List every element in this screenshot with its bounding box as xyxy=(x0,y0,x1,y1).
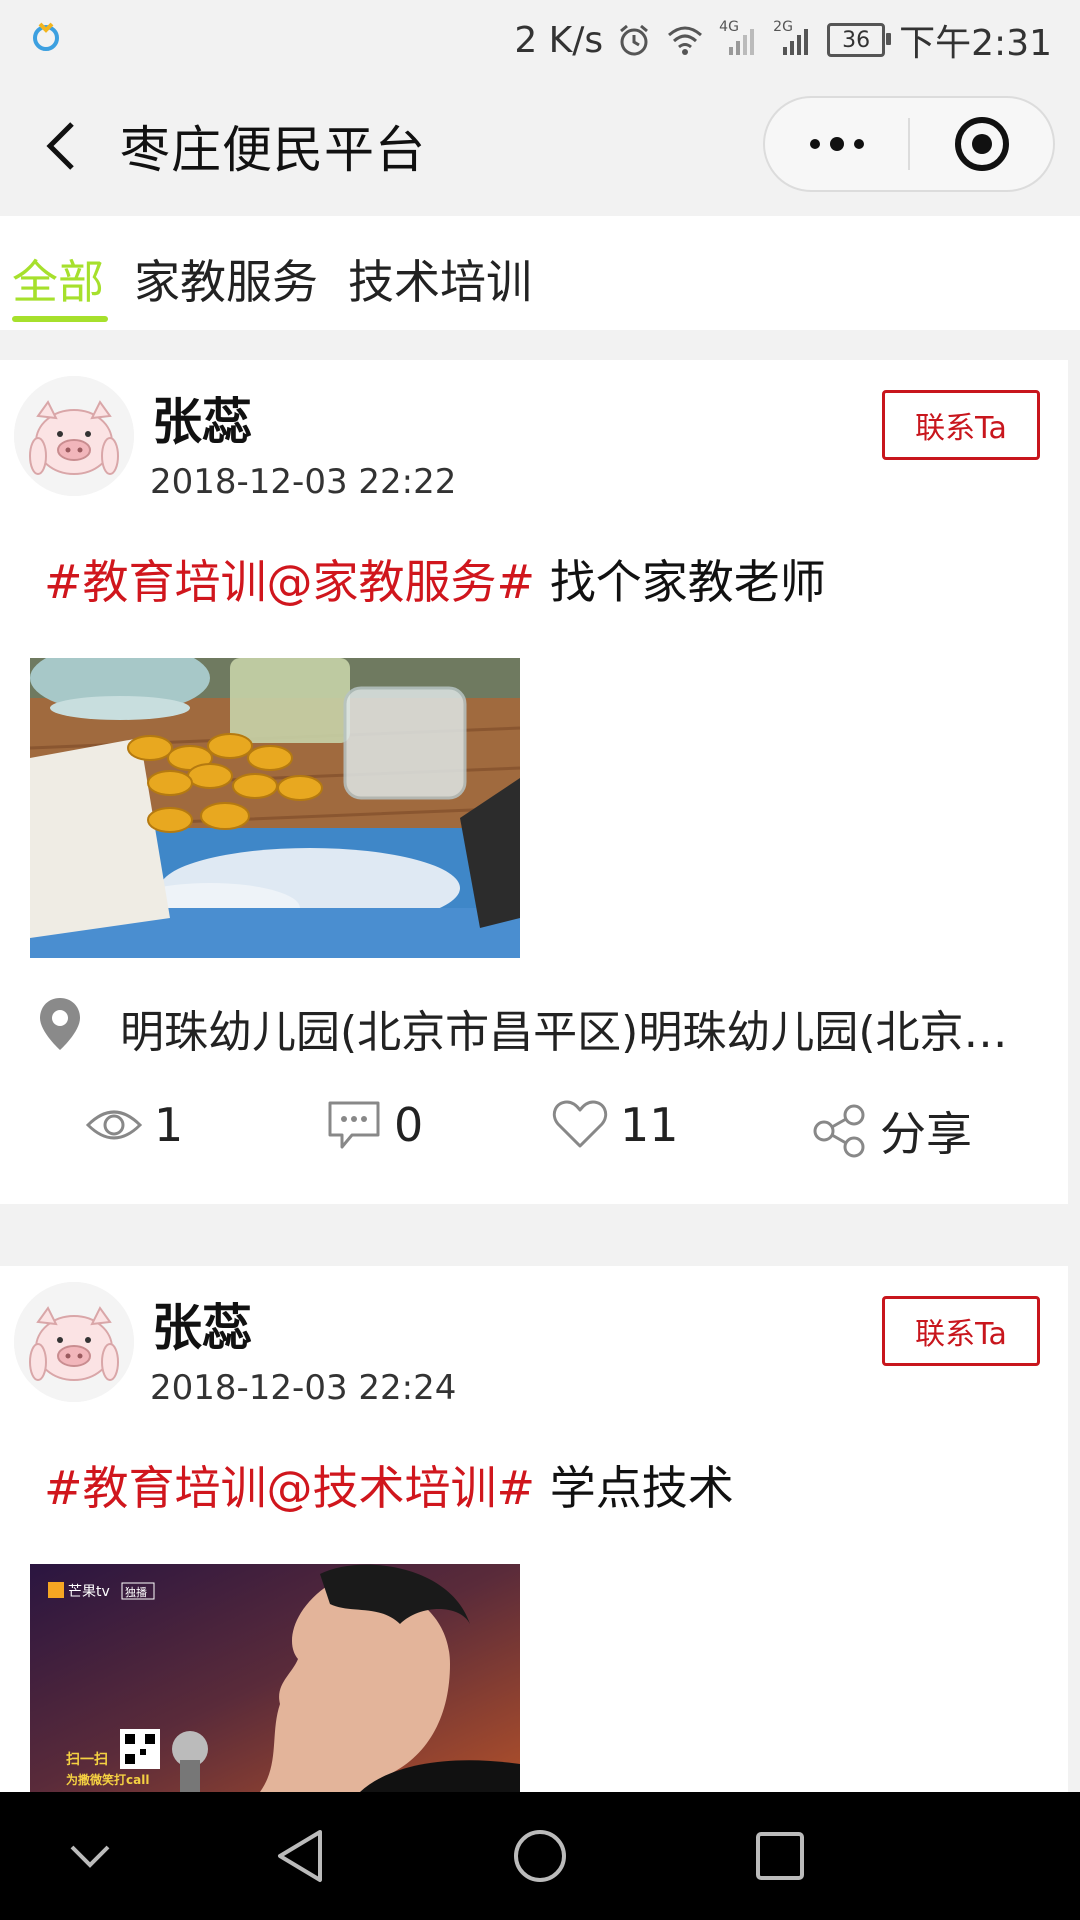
view-count-value: 1 xyxy=(154,1098,184,1152)
network-speed: 2 K/s xyxy=(514,19,604,61)
photo-singer: 芒果tv 独播 扫一扫 为撒微笑打call xyxy=(30,1564,520,1792)
close-mini-program-button[interactable] xyxy=(910,98,1053,190)
location-pin-icon xyxy=(40,998,80,1050)
pig-avatar-icon xyxy=(14,376,134,496)
system-recents-button[interactable] xyxy=(748,1824,812,1888)
clock: 下午2:31 xyxy=(899,23,1052,64)
tab-all[interactable]: 全部 xyxy=(12,246,104,312)
post-time: 2018-12-03 22:22 xyxy=(150,462,457,502)
tab-tech-training[interactable]: 技术培训 xyxy=(348,246,532,312)
more-dots-icon xyxy=(809,137,864,151)
system-home-button[interactable] xyxy=(508,1824,572,1888)
post-category-tag[interactable]: #教育培训@技术培训# xyxy=(44,1461,535,1515)
author-name: 张蕊 xyxy=(152,393,252,451)
comment-count-value: 0 xyxy=(394,1098,424,1152)
chevron-left-icon[interactable] xyxy=(36,116,96,176)
square-recents-icon xyxy=(756,1832,804,1880)
category-tabs: 全部 家教服务 技术培训 xyxy=(0,216,1080,330)
location-row[interactable]: 明珠幼儿园(北京市昌平区)明珠幼儿园(北京… xyxy=(30,984,1030,1064)
post-card: 张蕊 2018-12-03 22:22 联系Ta #教育培训@家教服务# 找个家… xyxy=(0,360,1068,1204)
like-count[interactable]: 11 xyxy=(552,1098,679,1152)
more-button[interactable] xyxy=(765,98,908,190)
heart-icon xyxy=(552,1100,608,1148)
post-category-tag[interactable]: #教育培训@家教服务# xyxy=(44,555,535,609)
mini-program-capsule xyxy=(763,96,1055,192)
share-button[interactable]: 分享 xyxy=(812,1098,972,1164)
signal-4g-icon: 4G xyxy=(719,19,759,57)
post-card: 张蕊 2018-12-03 22:24 联系Ta #教育培训@技术培训# 学点技… xyxy=(0,1266,1068,1866)
status-bar: 2 K/s 4G 2G 36 下午2:31 xyxy=(0,0,1080,72)
post-image[interactable]: 芒果tv 独播 扫一扫 为撒微笑打call xyxy=(30,1564,520,1792)
qr-caption-2: 为撒微笑打call xyxy=(66,1772,149,1787)
contact-button[interactable]: 联系Ta xyxy=(882,390,1040,460)
active-tab-indicator xyxy=(12,316,108,322)
post-content: 学点技术 xyxy=(549,1461,734,1515)
signal-2g-icon: 2G xyxy=(773,19,813,57)
image-badge-text: 独播 xyxy=(125,1585,147,1599)
image-logo-text: 芒果tv xyxy=(68,1584,110,1600)
tab-tutoring[interactable]: 家教服务 xyxy=(134,246,318,312)
battery-icon: 36 xyxy=(827,23,892,57)
comment-icon xyxy=(328,1101,380,1149)
app-notification-icon xyxy=(33,22,59,51)
system-back-button[interactable] xyxy=(268,1824,332,1888)
pig-avatar-icon xyxy=(14,1282,134,1402)
author-name: 张蕊 xyxy=(152,1299,252,1357)
location-text: 明珠幼儿园(北京市昌平区)明珠幼儿园(北京… xyxy=(120,1007,1008,1058)
avatar[interactable] xyxy=(14,1282,134,1402)
triangle-back-icon xyxy=(278,1830,322,1882)
like-count-value: 11 xyxy=(620,1098,679,1152)
share-icon xyxy=(813,1104,865,1158)
qr-caption-1: 扫一扫 xyxy=(66,1752,108,1768)
post-content: 找个家教老师 xyxy=(549,555,826,609)
photo-table-oranges xyxy=(30,658,520,958)
comment-count[interactable]: 0 xyxy=(326,1098,423,1152)
wifi-icon xyxy=(668,26,703,55)
post-time: 2018-12-03 22:24 xyxy=(150,1368,457,1408)
alarm-icon xyxy=(620,24,649,56)
view-count: 1 xyxy=(86,1098,183,1152)
post-image[interactable] xyxy=(30,658,520,958)
post-text: #教育培训@技术培训# 学点技术 xyxy=(44,1452,734,1518)
eye-icon xyxy=(86,1110,142,1140)
circle-home-icon xyxy=(514,1830,566,1882)
contact-button[interactable]: 联系Ta xyxy=(882,1296,1040,1366)
target-circle-icon xyxy=(954,117,1009,171)
share-label: 分享 xyxy=(880,1107,972,1161)
page-title: 枣庄便民平台 xyxy=(120,121,426,179)
system-navigation-bar xyxy=(0,1792,1080,1920)
chevron-down-icon xyxy=(70,1845,110,1868)
hide-keyboard-button[interactable] xyxy=(58,1824,122,1888)
navigation-bar: 枣庄便民平台 xyxy=(0,72,1080,216)
avatar[interactable] xyxy=(14,376,134,496)
post-text: #教育培训@家教服务# 找个家教老师 xyxy=(44,546,826,612)
